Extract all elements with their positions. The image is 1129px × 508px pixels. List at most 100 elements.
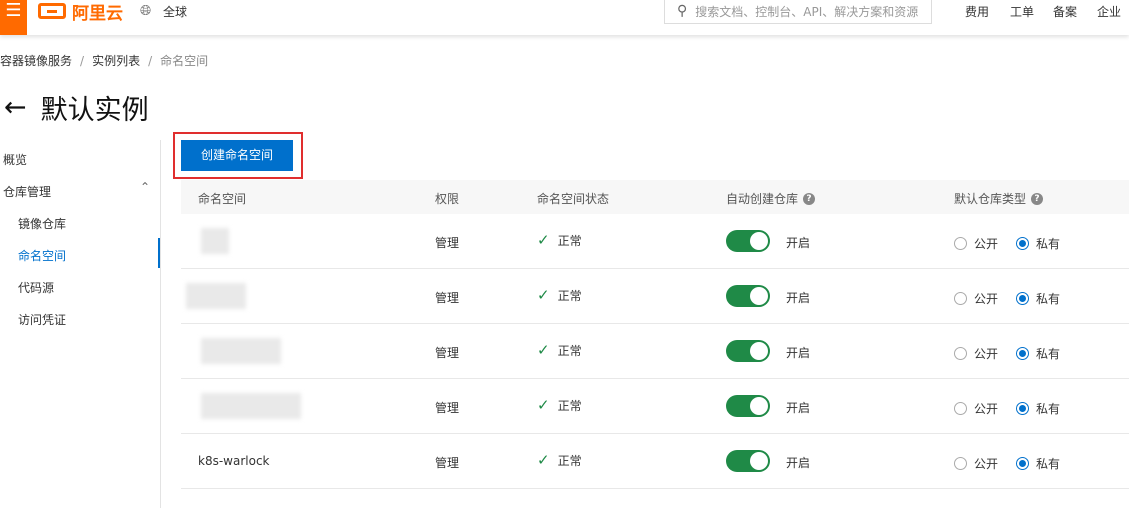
redacted-namespace-name xyxy=(201,338,281,364)
divider xyxy=(160,140,161,508)
check-icon: ✓ xyxy=(537,451,550,469)
radio-label: 私有 xyxy=(1036,292,1061,306)
sidebar-item-overview[interactable]: 概览 xyxy=(3,151,27,168)
region-selector[interactable]: 全球 xyxy=(163,3,187,20)
permission: 管理 xyxy=(435,291,460,305)
check-icon: ✓ xyxy=(537,341,550,359)
header-status: 命名空间状态 xyxy=(537,192,610,206)
redacted-namespace-name xyxy=(201,393,301,419)
nav-tickets[interactable]: 工单 xyxy=(1010,3,1034,20)
aliyun-logo-icon xyxy=(38,3,66,19)
namespace-name[interactable]: k8s-warlock xyxy=(198,454,270,468)
page-title: 默认实例 xyxy=(40,95,149,126)
redacted-namespace-name xyxy=(201,228,229,254)
radio-icon[interactable] xyxy=(1016,237,1029,250)
auto-create-toggle[interactable] xyxy=(726,285,770,307)
nav-billing[interactable]: 费用 xyxy=(965,3,989,20)
radio-icon[interactable] xyxy=(954,402,967,415)
table-row: 管理 ✓ 正常 开启 公开 私有 xyxy=(181,324,1129,379)
top-bar: ☰ 阿里云 🌐︎ 全球 ⚲ 搜索文档、控制台、API、解决方案和资源 费用 工单 … xyxy=(0,0,1129,35)
search-input[interactable]: ⚲ 搜索文档、控制台、API、解决方案和资源 xyxy=(664,0,932,24)
status: ✓ 正常 xyxy=(537,451,582,469)
radio-icon[interactable] xyxy=(954,237,967,250)
radio-private[interactable]: 私有 xyxy=(1016,455,1060,472)
radio-label: 公开 xyxy=(974,237,999,251)
globe-icon[interactable]: 🌐︎ xyxy=(140,3,151,19)
status-text: 正常 xyxy=(557,234,582,248)
radio-icon[interactable] xyxy=(1016,292,1029,305)
nav-icp[interactable]: 备案 xyxy=(1053,3,1077,20)
brand-name: 阿里云 xyxy=(72,3,123,24)
radio-public[interactable]: 公开 xyxy=(954,290,998,307)
check-icon: ✓ xyxy=(537,396,550,414)
sidebar-item-repos[interactable]: 镜像仓库 xyxy=(18,215,66,232)
help-icon[interactable]: ? xyxy=(1031,192,1044,205)
status-text: 正常 xyxy=(557,399,582,413)
sidebar-item-namespaces[interactable]: 命名空间 xyxy=(18,247,66,264)
radio-label: 公开 xyxy=(974,457,999,471)
check-icon: ✓ xyxy=(537,286,550,304)
status: ✓ 正常 xyxy=(537,286,582,304)
status-text: 正常 xyxy=(557,344,582,358)
status: ✓ 正常 xyxy=(537,396,582,414)
breadcrumb-item[interactable]: 实例列表 xyxy=(92,54,140,68)
status-text: 正常 xyxy=(557,289,582,303)
redacted-namespace-name xyxy=(186,283,246,309)
auto-create-toggle[interactable] xyxy=(726,395,770,417)
menu-icon[interactable]: ☰ xyxy=(0,0,27,35)
sidebar-item-credentials[interactable]: 访问凭证 xyxy=(18,311,66,328)
create-namespace-button[interactable]: 创建命名空间 xyxy=(181,140,293,171)
back-arrow-icon[interactable]: ← xyxy=(4,92,27,123)
radio-public[interactable]: 公开 xyxy=(954,455,998,472)
table-row: k8s-warlock 管理 ✓ 正常 开启 公开 私有 xyxy=(181,434,1129,489)
auto-create-toggle[interactable] xyxy=(726,230,770,252)
radio-label: 私有 xyxy=(1036,457,1061,471)
radio-public[interactable]: 公开 xyxy=(954,345,998,362)
logo[interactable]: 阿里云 xyxy=(38,0,123,24)
radio-private[interactable]: 私有 xyxy=(1016,290,1060,307)
radio-private[interactable]: 私有 xyxy=(1016,400,1060,417)
table-header: 命名空间 权限 命名空间状态 自动创建仓库? 默认仓库类型? xyxy=(181,180,1129,214)
table-row: 管理 ✓ 正常 开启 公开 私有 xyxy=(181,214,1129,269)
chevron-up-icon[interactable]: ⌃ xyxy=(140,180,150,194)
help-icon[interactable]: ? xyxy=(803,192,816,205)
status-text: 正常 xyxy=(557,454,582,468)
breadcrumb-current: 命名空间 xyxy=(160,54,209,68)
table-row: 管理 ✓ 正常 开启 公开 私有 xyxy=(181,269,1129,324)
auto-create-label: 开启 xyxy=(786,401,811,415)
breadcrumb-item[interactable]: 容器镜像服务 xyxy=(0,54,72,68)
radio-label: 私有 xyxy=(1036,347,1061,361)
permission: 管理 xyxy=(435,346,460,360)
sidebar-item-code-source[interactable]: 代码源 xyxy=(18,279,54,296)
radio-label: 公开 xyxy=(974,347,999,361)
header-permission: 权限 xyxy=(435,192,460,206)
auto-create-toggle[interactable] xyxy=(726,340,770,362)
radio-private[interactable]: 私有 xyxy=(1016,235,1060,252)
radio-icon[interactable] xyxy=(1016,402,1029,415)
auto-create-label: 开启 xyxy=(786,456,811,470)
radio-icon[interactable] xyxy=(954,292,967,305)
header-label: 自动创建仓库 xyxy=(726,192,799,206)
breadcrumb: 容器镜像服务 / 实例列表 / 命名空间 xyxy=(0,54,209,68)
auto-create-label: 开启 xyxy=(786,291,811,305)
header-namespace: 命名空间 xyxy=(198,192,247,206)
radio-label: 私有 xyxy=(1036,237,1061,251)
radio-icon[interactable] xyxy=(1016,347,1029,360)
status: ✓ 正常 xyxy=(537,341,582,359)
header-auto-create: 自动创建仓库? xyxy=(726,190,816,207)
radio-label: 私有 xyxy=(1036,402,1061,416)
radio-public[interactable]: 公开 xyxy=(954,235,998,252)
sidebar-group-repo[interactable]: 仓库管理 xyxy=(3,183,51,200)
permission: 管理 xyxy=(435,236,460,250)
search-placeholder: 搜索文档、控制台、API、解决方案和资源 xyxy=(695,4,919,19)
radio-private[interactable]: 私有 xyxy=(1016,345,1060,362)
radio-public[interactable]: 公开 xyxy=(954,400,998,417)
radio-icon[interactable] xyxy=(1016,457,1029,470)
nav-enterprise[interactable]: 企业 xyxy=(1097,3,1121,20)
auto-create-toggle[interactable] xyxy=(726,450,770,472)
header-default-type: 默认仓库类型? xyxy=(954,190,1044,207)
table-row: 管理 ✓ 正常 开启 公开 私有 xyxy=(181,379,1129,434)
radio-icon[interactable] xyxy=(954,347,967,360)
radio-icon[interactable] xyxy=(954,457,967,470)
header-label: 默认仓库类型 xyxy=(954,192,1027,206)
